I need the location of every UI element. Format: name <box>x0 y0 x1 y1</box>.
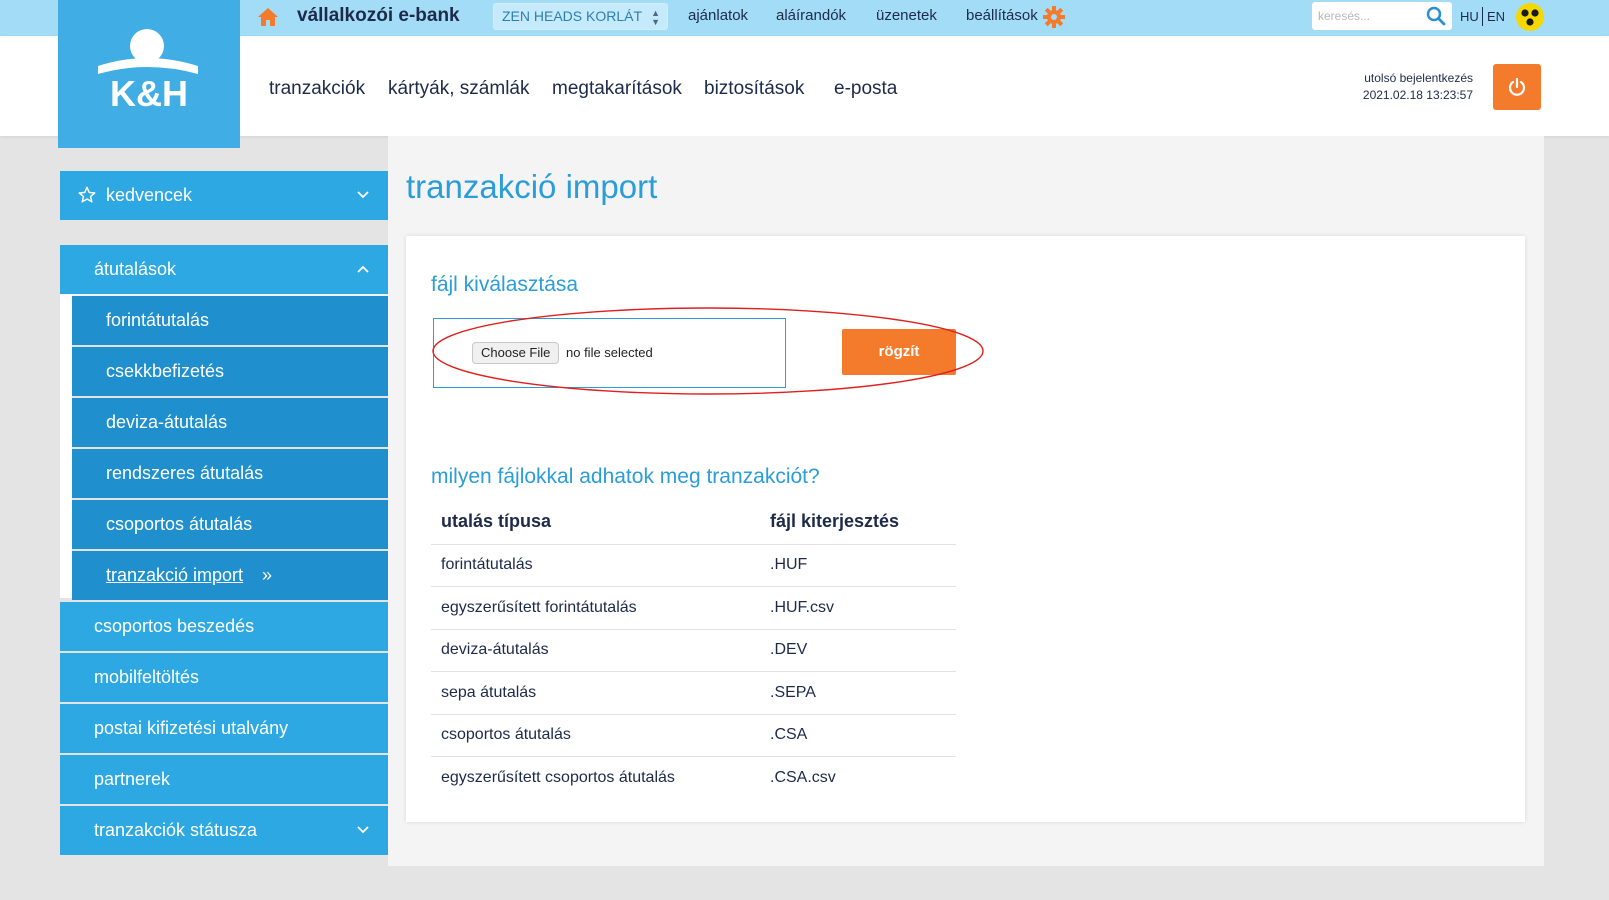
lang-en[interactable]: EN <box>1487 9 1505 24</box>
sidebar-favorites-label: kedvencek <box>106 185 193 205</box>
main-header: tranzakciók kártyák, számlák megtakarítá… <box>0 36 1609 136</box>
sidebar-sub-standing-order[interactable]: rendszeres átutalás <box>72 449 388 498</box>
last-login-value: 2021.02.18 13:23:57 <box>1362 88 1473 102</box>
sidebar-direct-debit[interactable]: csoportos beszedés <box>60 602 388 651</box>
sidebar-indent <box>60 294 72 598</box>
nav-e-post[interactable]: e-posta <box>834 78 897 100</box>
sidebar-item-label: csoportos beszedés <box>94 616 255 636</box>
sidebar-sub-label: csekkbefizetés <box>106 361 225 381</box>
file-status: no file selected <box>566 345 653 360</box>
sidebar-transfers[interactable]: átutalások <box>60 245 388 294</box>
table-cell: .CSA.csv <box>770 769 836 786</box>
sidebar-sub-huf-transfer[interactable]: forintátutalás <box>72 296 388 345</box>
sidebar-sub-label: forintátutalás <box>106 310 210 330</box>
sidebar-partners[interactable]: partnerek <box>60 755 388 804</box>
choose-file-button[interactable]: Choose File <box>472 342 560 364</box>
table-cell: egyszerűsített forintátutalás <box>431 586 760 630</box>
table-row: forintátutalás .HUF <box>431 544 956 587</box>
column-header-extension: fájl kiterjesztés <box>760 500 956 545</box>
home-icon[interactable] <box>256 5 280 29</box>
sidebar-item-label: postai kifizetési utalvány <box>94 718 289 738</box>
page-title: tranzakció import <box>406 168 658 205</box>
table-cell: .CSA <box>760 714 956 757</box>
table-row: csoportos átutalás .CSA <box>431 714 956 757</box>
kh-logo-mark: K&H <box>98 29 198 114</box>
table-cell: csoportos átutalás <box>431 714 760 757</box>
nav-insurance[interactable]: biztosítások <box>704 78 804 100</box>
search-icon[interactable] <box>1426 6 1446 26</box>
sidebar-postal-order[interactable]: postai kifizetési utalvány <box>60 704 388 753</box>
search-input[interactable] <box>1318 6 1418 26</box>
logo-text: K&H <box>110 73 188 114</box>
gear-icon[interactable] <box>1042 5 1066 29</box>
company-select[interactable]: ZEN HEADS KORLÁT ▲ ▼ <box>493 3 668 30</box>
search-box <box>1312 2 1452 30</box>
sidebar-mobile-topup[interactable]: mobilfeltöltés <box>60 653 388 702</box>
sidebar-sub-transaction-import[interactable]: tranzakció import » <box>72 551 388 600</box>
table-cell: egyszerűsített csoportos átutalás <box>441 769 675 786</box>
chevron-up-icon <box>357 265 369 273</box>
logout-button[interactable] <box>1493 64 1541 110</box>
table-header-row: utalás típusa fájl kiterjesztés <box>431 500 956 545</box>
nav-savings[interactable]: megtakarítások <box>552 78 682 100</box>
sidebar-item-label: partnerek <box>94 769 171 789</box>
top-bar: vállalkozói e-bank ZEN HEADS KORLÁT ▲ ▼ a… <box>0 0 1609 36</box>
table-cell: .HUF.csv <box>760 586 956 630</box>
topnav-to-sign[interactable]: aláírandók <box>776 7 846 24</box>
table-cell: .DEV <box>760 629 956 672</box>
double-chevron-right-icon: » <box>262 565 273 585</box>
nav-cards-accounts[interactable]: kártyák, számlák <box>388 78 529 100</box>
nav-transactions[interactable]: tranzakciók <box>269 78 365 100</box>
sidebar-item-label: mobilfeltöltés <box>94 667 200 687</box>
chevron-down-icon <box>357 191 369 199</box>
sidebar-item-label: tranzakciók státusza <box>94 820 258 840</box>
company-select-value: ZEN HEADS KORLÁT <box>502 8 643 24</box>
file-section-title: fájl kiválasztása <box>431 273 579 296</box>
table-row: sepa átutalás .SEPA <box>431 671 956 715</box>
last-login-label: utolsó bejelentkezés <box>1364 71 1473 85</box>
table-row: egyszerűsített forintátutalás .HUF.csv <box>431 586 956 630</box>
sidebar-sub-label: csoportos átutalás <box>106 514 253 534</box>
power-icon <box>1508 77 1526 96</box>
lang-hu[interactable]: HU <box>1460 9 1479 24</box>
sidebar-transfers-label: átutalások <box>94 259 177 279</box>
table-cell: sepa átutalás <box>431 671 760 715</box>
sidebar-sub-fx-transfer[interactable]: deviza-átutalás <box>72 398 388 447</box>
sidebar-sub-label: deviza-átutalás <box>106 412 228 432</box>
table-row: egyszerűsített csoportos átutalás .CSA.cs… <box>431 757 956 800</box>
topnav-settings[interactable]: beállítások <box>966 7 1038 24</box>
file-types-table: utalás típusa fájl kiterjesztés forintát… <box>431 500 956 799</box>
last-login: utolsó bejelentkezés 2021.02.18 13:23:57 <box>1300 70 1473 104</box>
accessibility-icon[interactable] <box>1515 2 1545 32</box>
sidebar-sub-label: tranzakció import <box>106 565 244 585</box>
star-icon <box>78 186 96 203</box>
topnav-offers[interactable]: ajánlatok <box>688 7 748 24</box>
table-cell: forintátutalás <box>431 544 760 587</box>
info-section-title: milyen fájlokkal adhatok meg tranzakciót… <box>431 465 820 488</box>
sidebar-sub-group-transfer[interactable]: csoportos átutalás <box>72 500 388 549</box>
kh-logo[interactable]: K&H <box>58 0 240 148</box>
submit-button[interactable]: rögzít <box>842 329 956 375</box>
select-arrows-icon: ▲ ▼ <box>651 8 660 27</box>
sidebar-sub-cheque[interactable]: csekkbefizetés <box>72 347 388 396</box>
sidebar-transaction-status[interactable]: tranzakciók státusza <box>60 806 388 855</box>
table-cell: .HUF <box>760 544 956 587</box>
file-input-box[interactable]: Choose File no file selected <box>433 318 786 388</box>
column-header-type: utalás típusa <box>431 500 760 545</box>
topnav-messages[interactable]: üzenetek <box>876 7 937 24</box>
sidebar-favorites[interactable]: kedvencek <box>60 171 388 220</box>
table-row: deviza-átutalás .DEV <box>431 629 956 672</box>
table-cell: .SEPA <box>760 671 956 715</box>
table-cell: deviza-átutalás <box>431 629 760 672</box>
app-title: vállalkozói e-bank <box>297 5 460 26</box>
chevron-down-icon <box>357 826 369 834</box>
sidebar-sub-label: rendszeres átutalás <box>106 463 264 483</box>
lang-separator <box>1482 7 1483 26</box>
